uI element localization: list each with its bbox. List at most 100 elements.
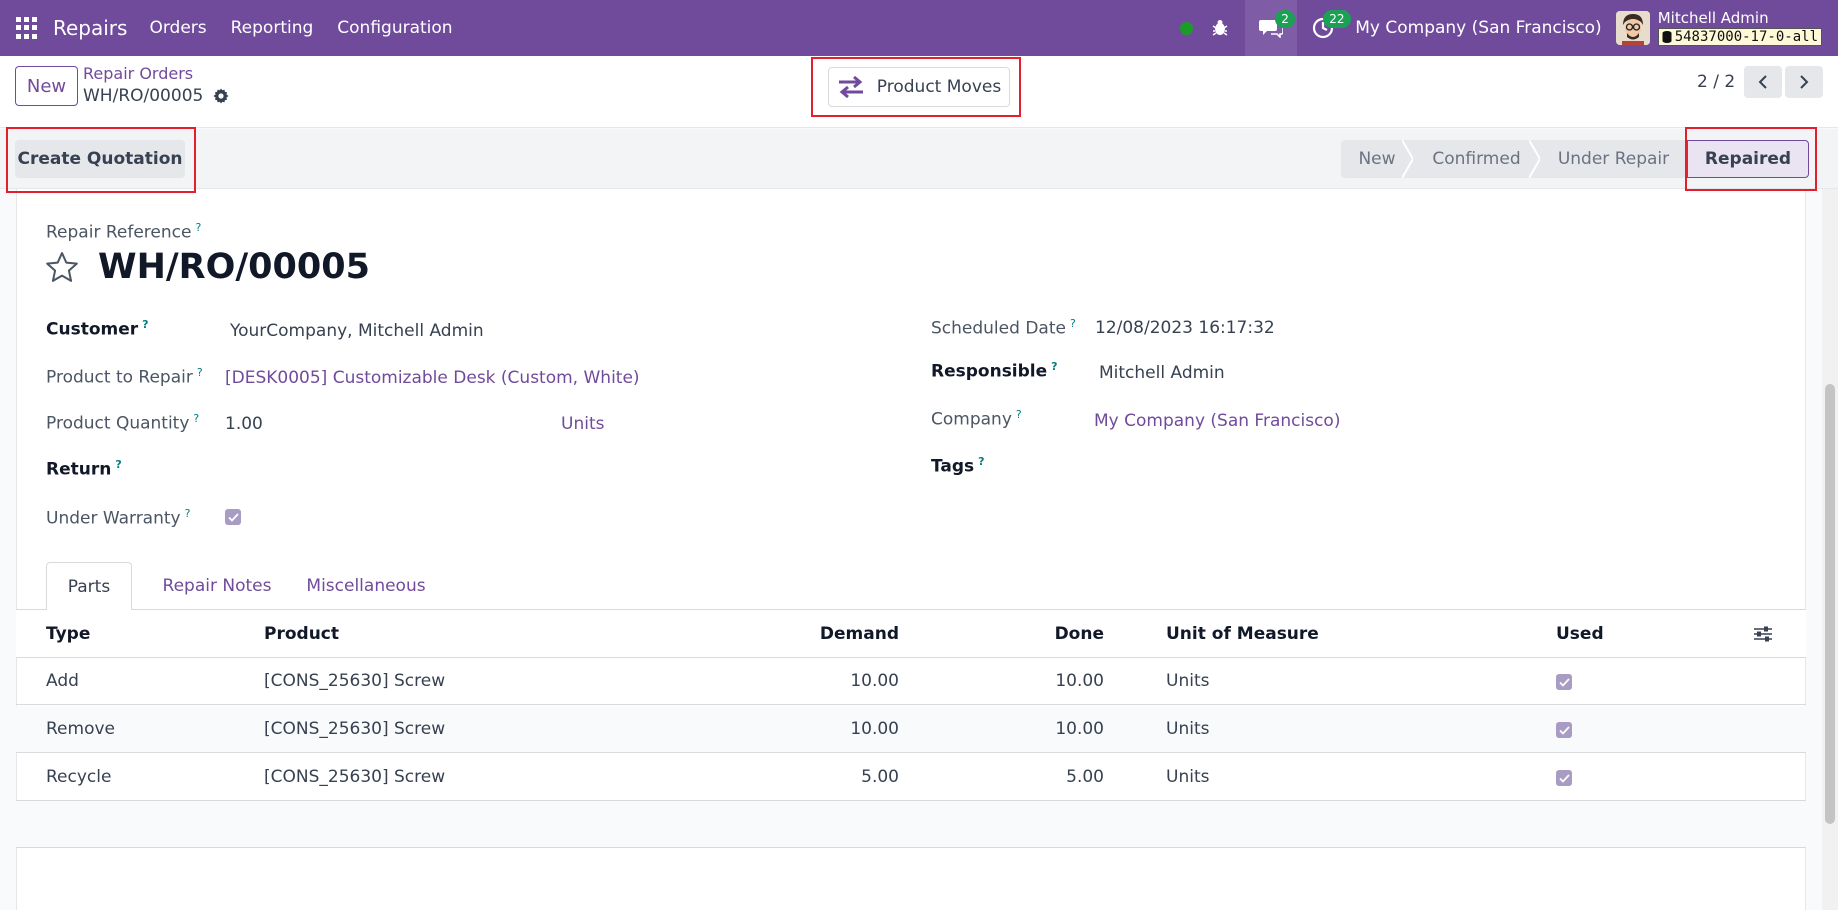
stage-confirmed-label: Confirmed xyxy=(1432,149,1521,169)
under-warranty-label: Under Warranty? xyxy=(46,507,191,529)
stage-confirmed[interactable]: Confirmed xyxy=(1413,140,1541,178)
menu-reporting[interactable]: Reporting xyxy=(219,18,326,38)
product-quantity-field[interactable]: 1.00 xyxy=(225,414,263,434)
database-icon xyxy=(1662,31,1672,43)
cell-type: Add xyxy=(46,671,79,691)
messages-count-badge: 2 xyxy=(1275,10,1295,28)
cell-uom: Units xyxy=(1166,767,1210,787)
chevron-right-icon xyxy=(1800,75,1809,89)
used-checkbox[interactable] xyxy=(1556,770,1572,786)
stage-repaired[interactable]: Repaired xyxy=(1687,140,1809,178)
menu-configuration[interactable]: Configuration xyxy=(325,18,464,38)
responsible-field[interactable]: Mitchell Admin xyxy=(1099,363,1225,383)
record-title: WH/RO/00005 xyxy=(98,247,370,287)
chevron-left-icon xyxy=(1758,75,1767,89)
user-avatar[interactable] xyxy=(1615,11,1650,45)
checkmark-icon xyxy=(1558,773,1570,783)
scheduled-date-field[interactable]: 12/08/2023 16:17:32 xyxy=(1095,318,1275,338)
cell-uom: Units xyxy=(1166,719,1210,739)
activities-count-badge: 22 xyxy=(1323,10,1351,28)
presence-status-icon xyxy=(1180,21,1194,35)
tab-parts[interactable]: Parts xyxy=(46,562,132,611)
new-record-button[interactable]: New xyxy=(15,66,78,106)
company-switcher[interactable]: My Company (San Francisco) xyxy=(1355,18,1601,38)
product-moves-label: Product Moves xyxy=(876,77,1002,97)
cell-product: [CONS_25630] Screw xyxy=(264,671,446,691)
tab-repair-notes[interactable]: Repair Notes xyxy=(134,562,300,610)
table-empty-row xyxy=(16,801,1806,848)
stage-pipeline: New Confirmed Under Repair Repaired xyxy=(1341,140,1809,178)
return-label: Return? xyxy=(46,458,122,480)
activities-button[interactable]: 22 xyxy=(1303,0,1351,56)
table-row[interactable]: Remove [CONS_25630] Screw 10.00 10.00 Un… xyxy=(16,706,1806,753)
apps-grid-icon[interactable] xyxy=(16,17,38,39)
column-product[interactable]: Product xyxy=(264,624,339,644)
database-name-text: 54837000-17-0-all xyxy=(1674,29,1818,45)
company-label: Company? xyxy=(931,408,1022,430)
cell-type: Remove xyxy=(46,719,115,739)
pager-next-button[interactable] xyxy=(1785,66,1823,98)
responsible-label: Responsible? xyxy=(931,360,1058,382)
app-name[interactable]: Repairs xyxy=(53,16,127,40)
breadcrumb-repair-orders[interactable]: Repair Orders xyxy=(83,64,193,83)
stage-new[interactable]: New xyxy=(1341,140,1414,178)
top-navbar: Repairs Orders Reporting Configuration 2… xyxy=(0,0,1838,56)
scheduled-date-label: Scheduled Date? xyxy=(931,317,1076,339)
menu-orders[interactable]: Orders xyxy=(137,18,218,38)
product-uom-field[interactable]: Units xyxy=(561,414,604,434)
gear-icon[interactable] xyxy=(213,88,229,104)
under-warranty-checkbox[interactable] xyxy=(225,509,241,525)
customer-field[interactable]: YourCompany, Mitchell Admin xyxy=(230,321,484,341)
tab-miscellaneous[interactable]: Miscellaneous xyxy=(291,562,441,610)
cell-demand: 10.00 xyxy=(850,719,899,739)
checkmark-icon xyxy=(1558,677,1570,687)
checkmark-icon xyxy=(1558,725,1570,735)
repair-reference-label: Repair Reference? xyxy=(46,221,202,243)
database-name: 54837000-17-0-all xyxy=(1657,28,1822,46)
star-icon[interactable] xyxy=(45,251,79,288)
column-demand[interactable]: Demand xyxy=(716,624,899,644)
user-name[interactable]: Mitchell Admin xyxy=(1658,10,1822,26)
breadcrumb-current-label: WH/RO/00005 xyxy=(83,86,204,106)
parts-table-header: Type Product Demand Done Unit of Measure… xyxy=(16,610,1806,658)
stage-under-repair-label: Under Repair xyxy=(1557,149,1670,169)
scrollbar-thumb[interactable] xyxy=(1825,384,1835,824)
used-checkbox[interactable] xyxy=(1556,722,1572,738)
cell-uom: Units xyxy=(1166,671,1210,691)
product-moves-button[interactable]: Product Moves xyxy=(828,67,1010,107)
scrollbar[interactable] xyxy=(1822,189,1838,910)
table-row[interactable]: Add [CONS_25630] Screw 10.00 10.00 Units xyxy=(16,658,1806,705)
checkmark-icon xyxy=(227,512,239,522)
cell-type: Recycle xyxy=(46,767,112,787)
used-checkbox[interactable] xyxy=(1556,674,1572,690)
cell-product: [CONS_25630] Screw xyxy=(264,767,446,787)
messages-button[interactable]: 2 xyxy=(1245,0,1298,56)
pager-value[interactable]: 2 / 2 xyxy=(1697,72,1735,92)
cell-demand: 10.00 xyxy=(850,671,899,691)
cell-done: 10.00 xyxy=(1055,719,1104,739)
product-to-repair-field[interactable]: [DESK0005] Customizable Desk (Custom, Wh… xyxy=(225,368,640,388)
column-done[interactable]: Done xyxy=(966,624,1104,644)
optional-columns-toggle-icon[interactable] xyxy=(1753,625,1773,648)
stage-repaired-label: Repaired xyxy=(1704,149,1792,169)
cell-done: 5.00 xyxy=(1066,767,1104,787)
cell-product: [CONS_25630] Screw xyxy=(264,719,446,739)
notebook-tabs: Parts Repair Notes Miscellaneous xyxy=(16,562,1806,611)
create-quotation-button[interactable]: Create Quotation xyxy=(15,140,185,178)
status-bar: Create Quotation New Confirmed Under Rep… xyxy=(0,129,1838,189)
column-unit-of-measure[interactable]: Unit of Measure xyxy=(1166,624,1319,644)
pager-previous-button[interactable] xyxy=(1744,66,1782,98)
control-panel: New Repair Orders WH/RO/00005 Product Mo… xyxy=(0,56,1838,128)
debug-bug-icon[interactable] xyxy=(1209,17,1231,39)
stage-under-repair[interactable]: Under Repair xyxy=(1540,140,1687,178)
breadcrumb-current: WH/RO/00005 xyxy=(83,86,229,106)
product-quantity-label: Product Quantity? xyxy=(46,412,200,434)
stage-new-label: New xyxy=(1358,149,1396,169)
table-row[interactable]: Recycle [CONS_25630] Screw 5.00 5.00 Uni… xyxy=(16,754,1806,801)
column-type[interactable]: Type xyxy=(46,624,90,644)
customer-label: Customer? xyxy=(46,318,149,340)
column-used[interactable]: Used xyxy=(1556,624,1604,644)
tags-label: Tags? xyxy=(931,455,985,477)
company-field[interactable]: My Company (San Francisco) xyxy=(1094,411,1340,431)
transfer-arrows-icon xyxy=(838,76,863,98)
